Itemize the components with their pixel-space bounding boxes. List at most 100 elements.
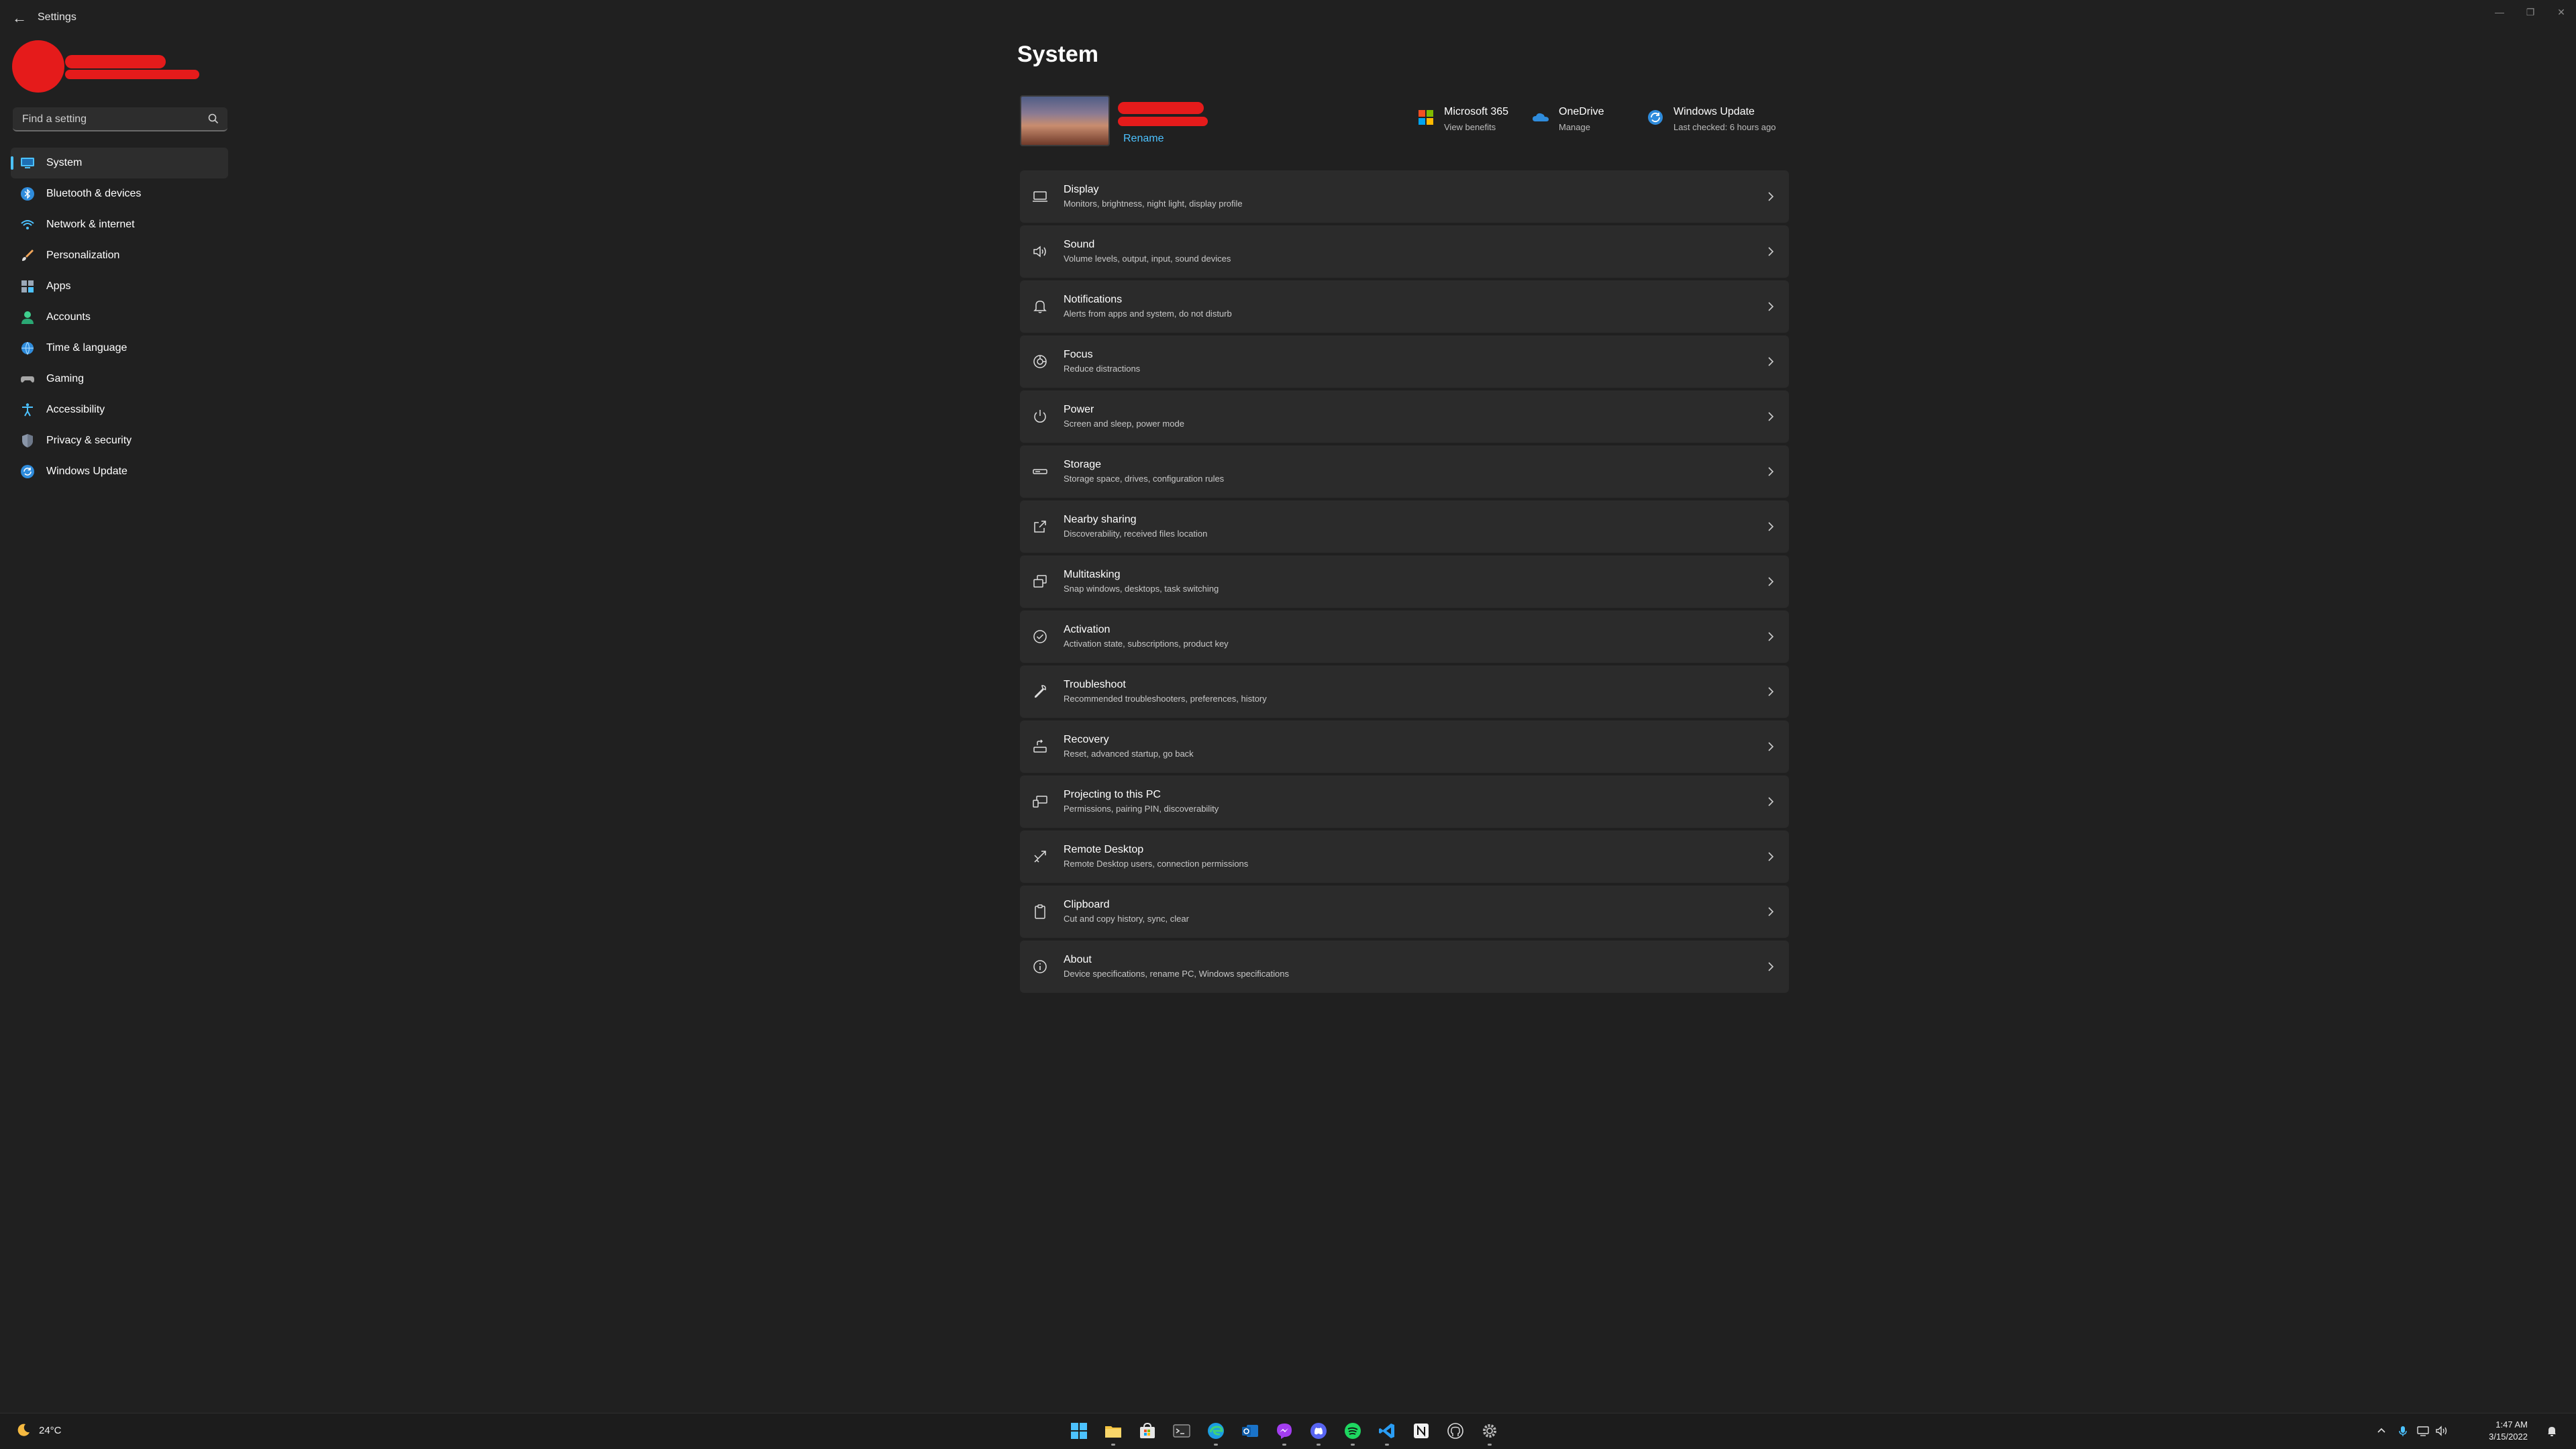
settings-row-power[interactable]: Power Screen and sleep, power mode [1020,390,1789,443]
notion-icon [1414,1424,1429,1438]
row-subtitle: Storage space, drives, configuration rul… [1064,474,1225,484]
settings-icon [1483,1424,1496,1438]
settings-row-notifications[interactable]: Notifications Alerts from apps and syste… [1020,280,1789,333]
taskbar-messenger[interactable] [1272,1419,1296,1446]
chevron-right-icon [1768,632,1774,641]
start-button[interactable] [1067,1419,1091,1443]
row-title: Notifications [1064,294,1123,305]
wrench-icon [1034,685,1046,698]
settings-row-clipboard[interactable]: Clipboard Cut and copy history, sync, cl… [1020,885,1789,938]
taskbar-file-explorer[interactable] [1101,1419,1125,1446]
sidebar-item-apps[interactable]: Apps [11,271,228,302]
row-title: Storage [1064,459,1102,470]
quick-link-title: OneDrive [1559,106,1604,117]
microphone-icon[interactable] [2396,1424,2410,1438]
row-subtitle: Permissions, pairing PIN, discoverabilit… [1064,804,1219,814]
file-explorer-icon [1105,1426,1121,1438]
row-title: Multitasking [1064,569,1121,580]
power-icon [1034,410,1046,423]
row-subtitle: Discoverability, received files location [1064,529,1208,539]
settings-row-about[interactable]: About Device specifications, rename PC, … [1020,941,1789,993]
sidebar-item-network[interactable]: Network & internet [11,209,228,240]
sidebar-item-system[interactable]: System [11,148,228,178]
recovery-icon [1033,739,1047,753]
device-card: Rename [1020,95,1449,149]
taskbar: 24°C 1:47 AM 3/15/2022 [0,1413,2576,1449]
row-title: Recovery [1064,734,1109,745]
sidebar-item-label: Privacy & security [46,435,132,446]
settings-row-nearby-sharing[interactable]: Nearby sharing Discoverability, received… [1020,500,1789,553]
settings-row-projecting[interactable]: Projecting to this PC Permissions, pairi… [1020,775,1789,828]
quick-link-subtitle: Last checked: 6 hours ago [1673,122,1776,132]
minimize-button[interactable]: — [2491,4,2508,20]
settings-row-remote-desktop[interactable]: Remote Desktop Remote Desktop users, con… [1020,830,1789,883]
multitasking-icon [1033,575,1047,588]
settings-row-focus[interactable]: Focus Reduce distractions [1020,335,1789,388]
sidebar-item-bluetooth[interactable]: Bluetooth & devices [11,178,228,209]
github-icon [1447,1423,1463,1439]
taskbar-edge[interactable] [1204,1419,1228,1446]
maximize-button[interactable]: ❐ [2522,4,2538,20]
app-title: Settings [38,11,76,23]
chevron-right-icon [1768,412,1774,421]
settings-row-sound[interactable]: Sound Volume levels, output, input, soun… [1020,225,1789,278]
weather-temperature: 24°C [39,1425,62,1436]
settings-row-activation[interactable]: Activation Activation state, subscriptio… [1020,610,1789,663]
taskbar-discord[interactable] [1306,1419,1331,1446]
sidebar-item-windows-update[interactable]: Windows Update [11,456,228,487]
settings-row-display[interactable]: Display Monitors, brightness, night ligh… [1020,170,1789,223]
taskbar-store[interactable] [1135,1419,1160,1443]
sidebar-item-gaming[interactable]: Gaming [11,364,228,394]
chevron-right-icon [1768,467,1774,476]
quick-link-subtitle: Manage [1559,122,1590,132]
close-button[interactable]: ✕ [2553,4,2569,20]
sidebar-item-personalization[interactable]: Personalization [11,240,228,271]
taskbar-github[interactable] [1443,1419,1467,1443]
rename-link[interactable]: Rename [1123,133,1164,145]
system-tray: 1:47 AM 3/15/2022 [2361,1413,2563,1449]
settings-row-recovery[interactable]: Recovery Reset, advanced startup, go bac… [1020,720,1789,773]
clock[interactable]: 1:47 AM 3/15/2022 [2489,1419,2528,1443]
volume-icon[interactable] [2435,1424,2449,1438]
taskbar-notion[interactable] [1409,1419,1433,1443]
taskbar-apps [1067,1419,1502,1446]
row-subtitle: Remote Desktop users, connection permiss… [1064,859,1249,869]
sidebar-item-label: System [46,157,83,168]
settings-row-troubleshoot[interactable]: Troubleshoot Recommended troubleshooters… [1020,665,1789,718]
search-input[interactable] [21,107,205,131]
quick-link-windows-update[interactable]: Windows Update Last checked: 6 hours ago [1647,102,1788,142]
wifi-icon [21,220,34,229]
quick-link-onedrive[interactable]: OneDrive Manage [1532,102,1626,142]
sidebar-item-accounts[interactable]: Accounts [11,302,228,333]
chevron-right-icon [1768,962,1774,971]
network-icon[interactable] [2416,1424,2430,1438]
row-title: About [1064,954,1092,965]
settings-row-multitasking[interactable]: Multitasking Snap windows, desktops, tas… [1020,555,1789,608]
sidebar-item-accessibility[interactable]: Accessibility [11,394,228,425]
back-arrow-icon[interactable]: ← [9,8,30,28]
settings-row-storage[interactable]: Storage Storage space, drives, configura… [1020,445,1789,498]
quick-link-subtitle: View benefits [1444,122,1496,132]
sidebar-item-privacy[interactable]: Privacy & security [11,425,228,456]
device-wallpaper-thumbnail[interactable] [1020,95,1110,146]
search-box[interactable] [13,107,227,131]
sidebar-item-time-language[interactable]: Time & language [11,333,228,364]
chevron-right-icon [1768,247,1774,256]
page-title: System [1017,42,1098,67]
bluetooth-icon [21,187,34,201]
taskbar-spotify[interactable] [1341,1419,1365,1446]
notification-bell-icon[interactable] [2545,1424,2559,1438]
taskbar-vscode[interactable] [1375,1419,1399,1446]
row-title: Focus [1064,349,1093,360]
taskbar-settings[interactable] [1478,1419,1502,1446]
chevron-right-icon [1768,577,1774,586]
sidebar-item-label: Time & language [46,342,127,354]
taskbar-outlook[interactable] [1238,1419,1262,1443]
quick-link-microsoft-365[interactable]: Microsoft 365 View benefits [1417,102,1538,142]
microsoft-logo-icon [1419,110,1433,125]
account-header[interactable] [8,35,203,93]
chevron-up-icon[interactable] [2375,1424,2388,1438]
account-email-redacted [65,70,199,79]
search-icon[interactable] [207,113,219,125]
taskbar-terminal[interactable] [1170,1419,1194,1443]
